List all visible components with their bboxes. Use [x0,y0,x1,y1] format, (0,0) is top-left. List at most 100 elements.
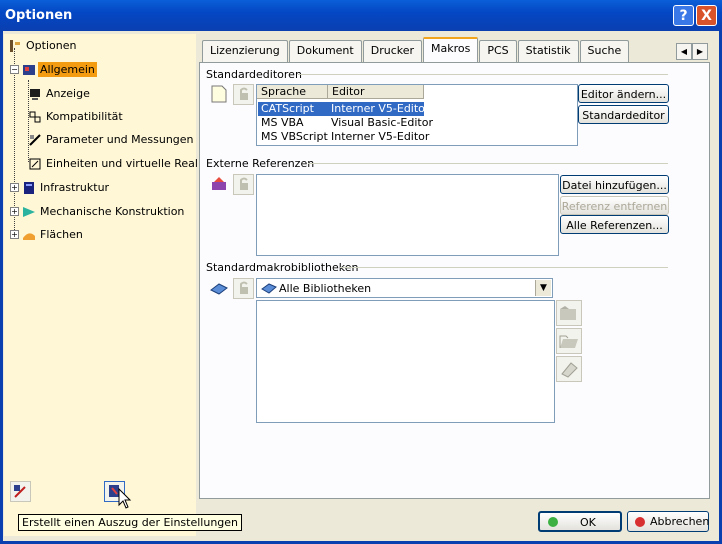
libraries-list[interactable] [256,300,555,423]
window-title: Optionen [5,8,73,23]
lock-icon [240,281,248,294]
expand-icon[interactable]: + [10,183,19,192]
lock-button[interactable] [233,278,254,299]
tree-item-anzeige[interactable]: Anzeige [28,86,92,101]
close-button[interactable]: X [696,5,717,26]
mouse-cursor [118,487,132,513]
chevron-down-icon[interactable]: ▼ [535,280,551,296]
external-reference-icon [212,177,226,190]
collapse-icon[interactable]: − [10,65,19,74]
library-book-icon [261,283,277,294]
tab-dokument[interactable]: Dokument [288,40,362,63]
eraser-icon [561,362,578,378]
tab-scroll-left-icon[interactable]: ◀ [676,43,692,60]
group-divider [308,163,668,164]
add-library-button[interactable] [556,328,582,354]
tree-item-parameter[interactable]: Parameter und Messungen [28,132,196,147]
editor-table: Sprache Editor CATScript Interner V5-Edi… [256,84,578,146]
tree-item-label: Mechanische Konstruktion [40,205,185,218]
create-library-button[interactable] [556,300,582,326]
group-standardmakrobibliotheken: Standardmakrobibliotheken [206,261,359,274]
tree-item-label: Flächen [40,228,83,241]
display-icon [30,88,40,100]
new-document-icon [211,85,227,103]
tab-makros[interactable]: Makros [423,37,479,64]
units-icon [29,158,41,169]
tree-item-flaechen[interactable]: + Flächen [10,227,85,242]
column-header-sprache[interactable]: Sprache [257,85,328,99]
compatibility-icon [29,111,41,122]
cancel-label: Abbrechen [650,515,710,528]
tab-drucker[interactable]: Drucker [362,40,423,63]
open-folder-icon [559,335,578,348]
tooltip: Erstellt einen Auszug der Einstellungen [18,514,243,531]
tree-item-label: Kompatibilität [46,110,123,123]
tree-item-mechanische[interactable]: + Mechanische Konstruktion [10,204,186,219]
tree-root-label: Optionen [26,39,77,52]
tree-root-optionen[interactable]: Optionen [8,38,78,53]
reset-settings-button[interactable] [10,481,31,502]
tree-item-label: Infrastruktur [40,181,110,194]
options-tree: Optionen − Allgemein Anzeige Kompatibili… [4,34,212,536]
combo-value: Alle Bibliotheken [279,282,372,295]
cell-editor: Visual Basic-Editor [331,116,433,129]
tree-item-label: Einheiten und virtuelle Realitä [46,157,213,170]
group-standardeditoren: Standardeditoren [206,68,302,81]
general-settings-icon [23,64,35,75]
reset-icon [14,485,26,498]
expand-icon[interactable]: + [10,230,19,239]
ok-label: OK [580,516,596,529]
options-icon [10,39,20,52]
table-row[interactable]: MS VBScript Interner V5-Editor [258,130,429,144]
title-bar: Optionen ? X [0,0,722,31]
group-externe-referenzen: Externe Referenzen [206,157,315,170]
parameters-icon [29,133,41,146]
remove-library-button[interactable] [556,356,582,382]
ok-green-dot-icon [548,517,558,527]
table-row[interactable]: MS VBA Visual Basic-Editor [258,116,433,130]
tree-item-einheiten[interactable]: Einheiten und virtuelle Realitä [28,156,214,171]
add-file-button[interactable]: Datei hinzufügen... [560,175,669,194]
cell-sprache: MS VBA [261,116,304,129]
new-editor-button[interactable] [209,84,230,105]
library-icon-button[interactable] [209,278,230,299]
tree-item-allgemein[interactable]: − Allgemein [10,62,97,77]
external-reference-icon-button[interactable] [209,174,230,195]
cell-sprache: CATScript [261,102,314,115]
default-editor-button[interactable]: Standardeditor [578,105,669,124]
tab-suche[interactable]: Suche [579,40,630,63]
cancel-red-dot-icon [635,517,645,527]
cell-sprache: MS VBScript [261,130,328,143]
tree-item-label: Parameter und Messungen [46,133,194,146]
tree-item-label: Anzeige [46,87,90,100]
tree-item-kompatibilitaet[interactable]: Kompatibilität [28,109,125,124]
remove-reference-button[interactable]: Referenz entfernen [560,196,669,215]
group-divider [298,74,668,75]
all-references-button[interactable]: Alle Referenzen... [560,215,669,234]
expand-icon[interactable]: + [10,207,19,216]
tab-strip: Lizenzierung Dokument Drucker Makros PCS… [202,37,630,64]
mechanical-design-icon [23,206,35,217]
help-button[interactable]: ? [673,5,694,26]
lock-button[interactable] [233,84,254,105]
cell-editor: Interner V5-Editor [331,102,430,115]
change-editor-button[interactable]: Editor ändern... [578,84,669,103]
tab-lizenzierung[interactable]: Lizenzierung [202,40,288,63]
library-filter-combo[interactable]: Alle Bibliotheken ▼ [256,278,553,298]
cancel-button[interactable]: Abbrechen [627,511,709,532]
new-folder-icon [560,306,576,320]
tab-scroll-right-icon[interactable]: ▶ [692,43,708,60]
external-references-list[interactable] [256,174,559,256]
lock-button[interactable] [233,174,254,195]
library-book-icon [210,283,228,295]
group-divider [340,267,668,268]
tree-item-label: Allgemein [38,62,97,77]
lock-icon [240,177,248,190]
column-header-editor[interactable]: Editor [328,85,424,99]
infrastructure-icon [24,181,34,194]
tree-item-infrastruktur[interactable]: + Infrastruktur [10,180,111,195]
ok-button[interactable]: OK [538,511,622,532]
tab-pcs[interactable]: PCS [479,40,517,63]
table-row[interactable]: CATScript Interner V5-Editor [258,102,429,116]
tab-statistik[interactable]: Statistik [517,40,579,63]
